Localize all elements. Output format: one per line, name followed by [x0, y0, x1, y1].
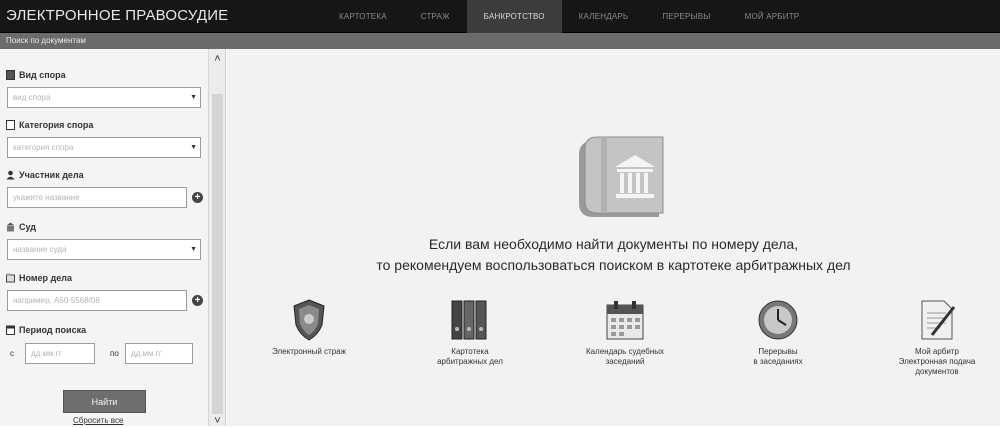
participant-label: Участник дела: [6, 170, 84, 180]
period-to-input[interactable]: дд.мм.гг: [125, 343, 193, 364]
tile-label-line2: заседаний: [605, 357, 645, 366]
scroll-up-icon[interactable]: ˄: [209, 52, 226, 66]
hint-line-2[interactable]: то рекомендуем воспользоваться поиском в…: [227, 257, 1000, 273]
dispute-type-placeholder: вид спора: [13, 93, 51, 102]
search-sidebar: Вид спора вид спора ▼ Категория спора ка…: [0, 49, 226, 427]
participant-label-text: Участник дела: [19, 170, 84, 180]
court-building-icon: [6, 222, 15, 232]
section-bar: Поиск по документам: [0, 33, 1000, 49]
main-content: Если вам необходимо найти документы по н…: [227, 49, 1000, 426]
sidebar-scrollbar[interactable]: ˄ ˅: [208, 49, 226, 427]
clock-icon: [758, 300, 798, 340]
main-nav: КАРТОТЕКА СТРАЖ БАНКРОТСТВО КАЛЕНДАРЬ ПЕ…: [322, 0, 816, 33]
period-from-placeholder: дд.мм.гг: [31, 349, 62, 358]
document-pen-icon: [921, 300, 956, 340]
section-title: Поиск по документам: [6, 36, 86, 45]
period-to-placeholder: дд.мм.гг: [131, 349, 162, 358]
nav-moy-arbitr[interactable]: МОЙ АРБИТР: [728, 0, 817, 33]
tile-label-line2: арбитражных дел: [437, 357, 503, 366]
tile-label-line2: Электронная подача: [898, 357, 976, 366]
checkbox-icon: [6, 120, 15, 130]
dispute-type-label-text: Вид спора: [19, 70, 66, 80]
dispute-category-placeholder: категория спора: [13, 143, 74, 152]
tile-label-line2: в заседаниях: [753, 357, 803, 366]
case-folder-icon: [6, 273, 15, 283]
participant-placeholder: укажите название: [13, 193, 80, 202]
tile-label-line1: Мой арбитр: [915, 347, 959, 356]
app-window: ЭЛЕКТРОННОЕ ПРАВОСУДИЕ КАРТОТЕКА СТРАЖ Б…: [0, 0, 1000, 427]
nav-bankrotstvo[interactable]: БАНКРОТСТВО: [466, 0, 562, 33]
calendar-icon: [606, 301, 644, 340]
court-placeholder: название суда: [13, 245, 67, 254]
court-label: Суд: [6, 222, 36, 232]
tile-electronic-guard[interactable]: Электронный страж: [249, 299, 369, 357]
hint-line-1: Если вам необходимо найти документы по н…: [428, 236, 799, 252]
nav-kartoteka[interactable]: КАРТОТЕКА: [322, 0, 404, 33]
tile-breaks[interactable]: Перерывы в заседаниях: [718, 299, 838, 367]
chevron-down-icon[interactable]: ▼: [190, 246, 197, 253]
dispute-category-label-text: Категория спора: [19, 120, 94, 130]
case-number-label: Номер дела: [6, 273, 72, 283]
nav-pereryvy[interactable]: ПЕРЕРЫВЫ: [645, 0, 727, 33]
calendar-icon: [6, 325, 15, 335]
nav-strazh[interactable]: СТРАЖ: [404, 0, 467, 33]
tile-case-files[interactable]: Картотека арбитражных дел: [410, 299, 530, 367]
person-icon: [6, 170, 15, 180]
book-courthouse-icon: [579, 136, 664, 217]
period-from-input[interactable]: дд.мм.гг: [25, 343, 95, 364]
top-navigation-bar: ЭЛЕКТРОННОЕ ПРАВОСУДИЕ КАРТОТЕКА СТРАЖ Б…: [0, 0, 1000, 33]
brand-title[interactable]: ЭЛЕКТРОННОЕ ПРАВОСУДИЕ: [6, 7, 228, 24]
period-from-prefix: с: [10, 349, 14, 358]
case-number-input[interactable]: например, А50-5568/08: [7, 290, 187, 311]
tile-court-calendar[interactable]: Календарь судебных заседаний: [565, 299, 685, 367]
tile-label-line1: Электронный страж: [272, 347, 346, 356]
chevron-down-icon[interactable]: ▼: [190, 144, 197, 151]
scroll-thumb[interactable]: [212, 94, 223, 414]
tile-my-arbiter[interactable]: Мой арбитр Электронная подача документов: [877, 299, 997, 377]
add-case-number-icon[interactable]: +: [192, 295, 203, 306]
case-number-label-text: Номер дела: [19, 273, 72, 283]
reset-all-link[interactable]: Сбросить все: [73, 416, 123, 425]
find-button[interactable]: Найти: [63, 390, 146, 413]
tile-label-line3: документов: [915, 367, 959, 376]
dispute-type-label: Вид спора: [6, 70, 66, 80]
period-label-text: Период поиска: [19, 325, 87, 335]
tile-label-line1: Календарь судебных: [585, 347, 665, 356]
period-label: Период поиска: [6, 325, 86, 335]
dispute-category-label: Категория спора: [6, 120, 93, 130]
dispute-type-select[interactable]: вид спора ▼: [7, 87, 201, 108]
tile-label-line1: Картотека: [451, 347, 489, 356]
nav-kalendar[interactable]: КАЛЕНДАРЬ: [562, 0, 646, 33]
case-number-placeholder: например, А50-5568/08: [13, 296, 100, 305]
folder-icon: [6, 70, 15, 80]
tile-label-line1: Перерывы: [758, 347, 798, 356]
chevron-down-icon[interactable]: ▼: [190, 94, 197, 101]
period-to-prefix: по: [110, 349, 119, 358]
court-select[interactable]: название суда ▼: [7, 239, 201, 260]
dispute-category-select[interactable]: категория спора ▼: [7, 137, 201, 158]
court-label-text: Суд: [19, 222, 36, 232]
binders-icon: [451, 300, 487, 340]
shield-icon: [293, 299, 325, 341]
participant-input[interactable]: укажите название: [7, 187, 187, 208]
add-participant-icon[interactable]: +: [192, 192, 203, 203]
